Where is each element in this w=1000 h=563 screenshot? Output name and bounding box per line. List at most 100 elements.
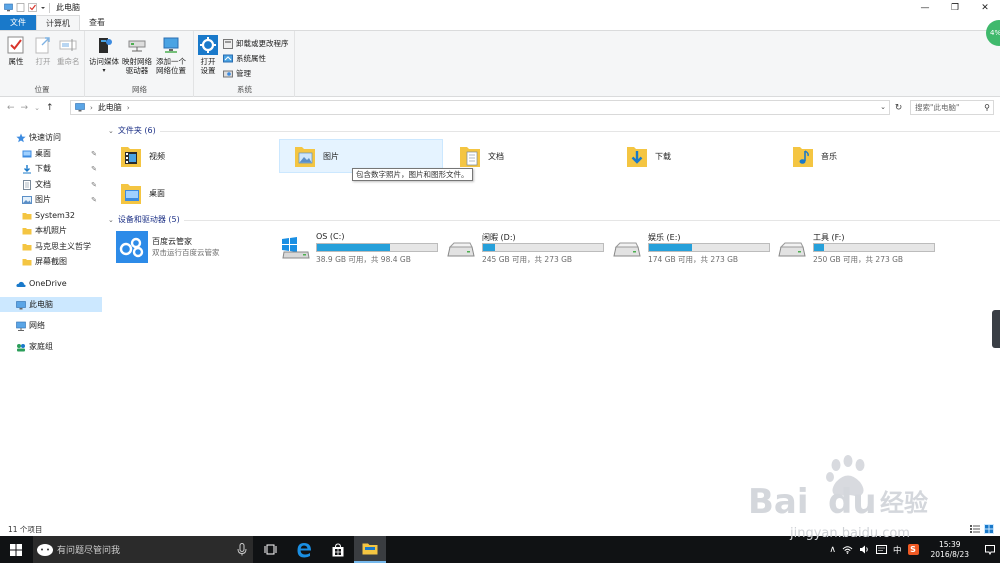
windows-logo-icon (10, 543, 22, 556)
sidebar-item-onedrive[interactable]: OneDrive (0, 276, 102, 291)
drive-d[interactable]: 闲暇 (D:) 245 GB 可用，共 273 GB (446, 231, 606, 265)
sidebar-item-documents[interactable]: 文档 ✎ (0, 177, 102, 192)
search-icon[interactable]: ⚲ (984, 103, 990, 112)
refresh-icon[interactable]: ↻ (891, 100, 906, 115)
document-icon (23, 179, 31, 190)
search-input[interactable]: 搜索"此电脑" ⚲ (910, 100, 994, 115)
folder-icon (22, 212, 32, 219)
tab-file[interactable]: 文件 (0, 15, 36, 30)
section-divider (184, 220, 1000, 221)
breadcrumb-chevron-icon[interactable]: › (127, 104, 130, 112)
baidu-cloud-app[interactable]: 百度云管家 双击运行百度云管家 (116, 231, 276, 265)
back-arrow-icon[interactable]: ← (7, 103, 15, 113)
chevron-down-icon[interactable]: ⌄ (108, 216, 114, 224)
volume-icon[interactable] (859, 545, 870, 554)
checkmark-icon[interactable] (28, 3, 37, 12)
show-hidden-icons-icon[interactable]: ∧ (829, 545, 836, 555)
edge-browser-icon (297, 542, 311, 557)
folder-icon (22, 227, 32, 234)
details-view-icon[interactable] (970, 524, 980, 534)
taskbar-edge[interactable] (288, 536, 320, 563)
hard-drive-icon (778, 242, 806, 257)
add-network-location-button[interactable]: 添加一个 网络位置 (156, 35, 186, 75)
ribbon-group-system: 打开 设置 卸载或更改程序 系统属性 管理 系统 (195, 31, 295, 97)
sidebar-item-marxist-philosophy[interactable]: 马克思主义哲学 (0, 239, 102, 254)
computer-icon[interactable] (4, 3, 13, 12)
drive-name: 娱乐 (E:) (648, 233, 681, 242)
open-button[interactable]: 打开 (33, 35, 53, 66)
ime-language[interactable]: 中 (893, 544, 902, 556)
minimize-button[interactable]: — (910, 0, 940, 15)
side-handle[interactable] (992, 310, 1000, 348)
computer-icon (16, 300, 26, 309)
taskbar: 有问题尽管问我 ∧ 中 S 15:39 2016/8/23 (0, 536, 1000, 563)
sidebar-item-desktop[interactable]: 桌面 ✎ (0, 146, 102, 161)
ribbon-tabs: 文件 计算机 查看 (0, 15, 1000, 30)
taskbar-file-explorer[interactable] (354, 536, 386, 563)
chevron-down-icon[interactable]: ⌄ (108, 127, 114, 135)
clock[interactable]: 15:39 2016/8/23 (928, 540, 972, 560)
customize-qat-icon[interactable] (40, 3, 46, 12)
sidebar-item-this-pc[interactable]: 此电脑 (0, 297, 102, 312)
pin-icon[interactable]: ✎ (91, 181, 97, 189)
drive-free-space: 250 GB 可用，共 273 GB (813, 255, 904, 264)
app-name: 百度云管家 (152, 237, 192, 246)
folder-downloads[interactable]: 下载 (612, 139, 774, 173)
drive-f[interactable]: 工具 (F:) 250 GB 可用，共 273 GB (777, 231, 937, 265)
map-network-drive-button[interactable]: 映射网络 驱动器 (122, 35, 152, 75)
tiles-view-icon[interactable] (984, 524, 994, 534)
microphone-icon[interactable] (237, 543, 247, 556)
item-count: 11 个项目 (8, 524, 43, 534)
drive-c[interactable]: OS (C:) 38.9 GB 可用，共 98.4 GB (280, 231, 440, 265)
tab-view[interactable]: 查看 (80, 15, 114, 30)
properties-button[interactable]: 属性 (6, 35, 26, 66)
task-view-button[interactable] (254, 536, 286, 563)
pin-icon[interactable]: ✎ (91, 150, 97, 158)
folder-videos[interactable]: 视频 (106, 139, 268, 173)
manage-button[interactable]: 管理 (223, 68, 251, 79)
access-media-button[interactable]: 访问媒体 ▾ (89, 35, 119, 75)
folders-section-header[interactable]: ⌄ 文件夹 (6) (108, 125, 156, 136)
sogou-ime-icon[interactable]: S (907, 544, 919, 555)
folder-desktop[interactable]: 桌面 (106, 176, 268, 210)
pin-icon[interactable]: ✎ (91, 196, 97, 204)
sidebar-item-network[interactable]: 网络 (0, 318, 102, 333)
properties-icon[interactable] (16, 3, 25, 12)
sidebar-item-homegroup[interactable]: 家庭组 (0, 339, 102, 354)
folder-music[interactable]: 音乐 (778, 139, 940, 173)
open-settings-button[interactable]: 打开 设置 (198, 35, 218, 75)
computer-icon (75, 103, 85, 112)
window-controls: — ❐ ✕ (910, 0, 1000, 15)
breadcrumb-this-pc[interactable]: 此电脑 (98, 102, 122, 113)
taskbar-store[interactable] (322, 536, 354, 563)
sidebar-item-quick-access[interactable]: 快速访问 (0, 130, 102, 145)
address-dropdown-icon[interactable]: ⌄ (880, 103, 886, 111)
start-button[interactable] (0, 536, 32, 563)
network-location-icon (163, 37, 179, 53)
drive-e[interactable]: 娱乐 (E:) 174 GB 可用，共 273 GB (612, 231, 772, 265)
tab-computer[interactable]: 计算机 (36, 15, 80, 30)
forward-arrow-icon[interactable]: → (21, 103, 29, 113)
sidebar-item-pictures[interactable]: 图片 ✎ (0, 192, 102, 207)
uninstall-programs-button[interactable]: 卸载或更改程序 (223, 38, 289, 49)
up-arrow-icon[interactable]: ↑ (46, 103, 54, 113)
devices-section-header[interactable]: ⌄ 设备和驱动器 (5) (108, 214, 180, 225)
app-subtitle: 双击运行百度云管家 (152, 248, 220, 257)
maximize-button[interactable]: ❐ (940, 0, 970, 15)
wifi-icon[interactable] (842, 545, 853, 554)
sidebar-item-downloads[interactable]: 下载 ✎ (0, 161, 102, 176)
pin-icon[interactable]: ✎ (91, 165, 97, 173)
notification-icon[interactable] (983, 536, 997, 563)
cortana-search-box[interactable]: 有问题尽管问我 (33, 536, 253, 563)
address-bar[interactable]: › 此电脑 › ⌄ (70, 100, 890, 115)
close-button[interactable]: ✕ (970, 0, 1000, 15)
sidebar-item-system32[interactable]: System32 (0, 208, 102, 223)
system-properties-button[interactable]: 系统属性 (223, 53, 266, 64)
rename-button[interactable]: 重命名 (57, 35, 80, 66)
breadcrumb-chevron-icon[interactable]: › (90, 104, 93, 112)
videos-folder-icon (121, 147, 141, 167)
action-center-icon[interactable] (876, 545, 888, 554)
sidebar-item-screenshots[interactable]: 屏幕截图 (0, 254, 102, 269)
recent-dropdown-icon[interactable]: ⌄ (34, 104, 40, 112)
sidebar-item-local-photos[interactable]: 本机照片 (0, 223, 102, 238)
